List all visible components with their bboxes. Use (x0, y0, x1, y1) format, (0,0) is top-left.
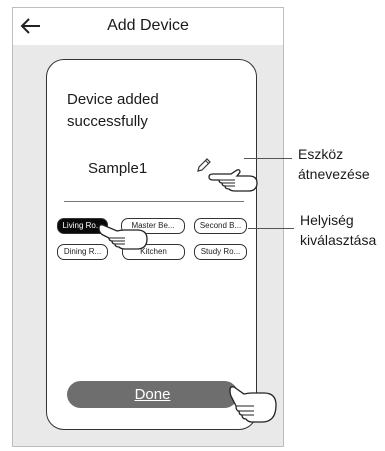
room-callout: Helyiség kiválasztása (300, 210, 376, 250)
room-callout-line (248, 228, 294, 229)
room-chip-second-bedroom[interactable]: Second B... (194, 218, 247, 234)
done-label: Done (134, 386, 171, 403)
page-title: Add Device (107, 17, 189, 34)
tap-hand-icon (98, 224, 148, 250)
room-chip-study[interactable]: Study Ro... (194, 244, 247, 260)
room-chip-label: Dining R... (63, 247, 102, 256)
tap-hand-icon (229, 386, 277, 423)
rename-callout-line (244, 158, 292, 159)
done-button[interactable]: Done (67, 381, 238, 408)
room-callout-line2: kiválasztása (300, 232, 377, 248)
room-chip-label: Study Ro... (200, 247, 241, 256)
rename-callout-line2: átnevezése (298, 166, 370, 182)
rename-callout-line1: Eszköz (298, 146, 344, 162)
success-message: Device added successfully (67, 91, 159, 130)
room-chip-label: Second B... (199, 221, 242, 230)
top-bar: Add Device (13, 8, 283, 45)
rename-callout: Eszköz átnevezése (298, 144, 370, 184)
tap-hand-icon (208, 169, 258, 192)
room-callout-line1: Helyiség (300, 212, 354, 228)
divider (64, 201, 244, 202)
success-card: Device added successfully Sample1 Living… (46, 59, 257, 430)
device-name: Sample1 (88, 160, 148, 177)
